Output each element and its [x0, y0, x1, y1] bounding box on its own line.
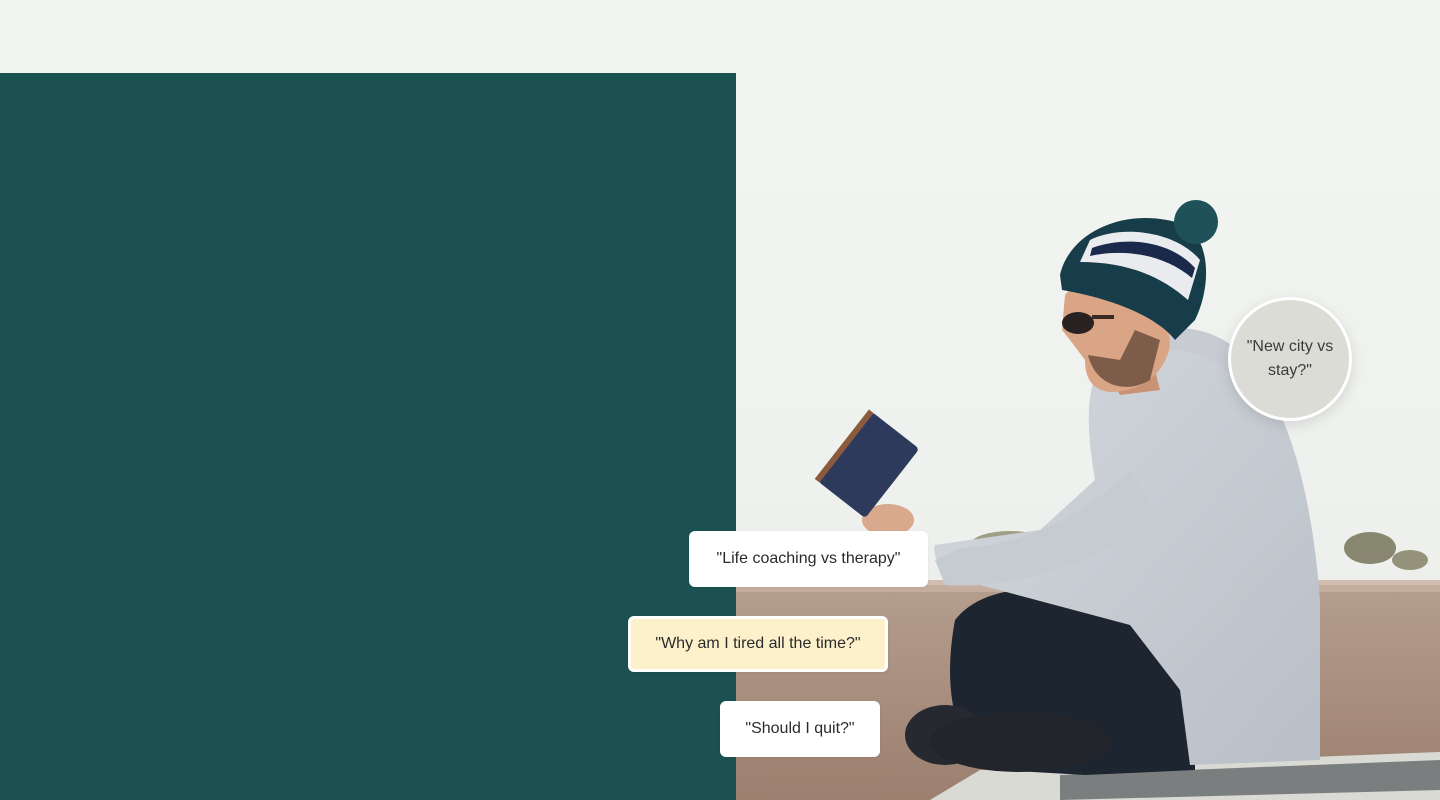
- query-bubble-new-city[interactable]: "New city vs stay?": [1228, 297, 1352, 421]
- query-chip-tired[interactable]: "Why am I tired all the time?": [628, 616, 888, 672]
- beanie-pompom: [1174, 200, 1218, 244]
- query-chip-life-coaching[interactable]: "Life coaching vs therapy": [689, 531, 928, 587]
- hero-section: "Life coaching vs therapy" "Why am I tir…: [0, 0, 1440, 800]
- green-panel: [0, 73, 736, 800]
- shoe-right: [930, 712, 1110, 772]
- query-bubble-label: "New city vs stay?": [1246, 338, 1334, 379]
- query-chip-quit[interactable]: "Should I quit?": [720, 701, 880, 757]
